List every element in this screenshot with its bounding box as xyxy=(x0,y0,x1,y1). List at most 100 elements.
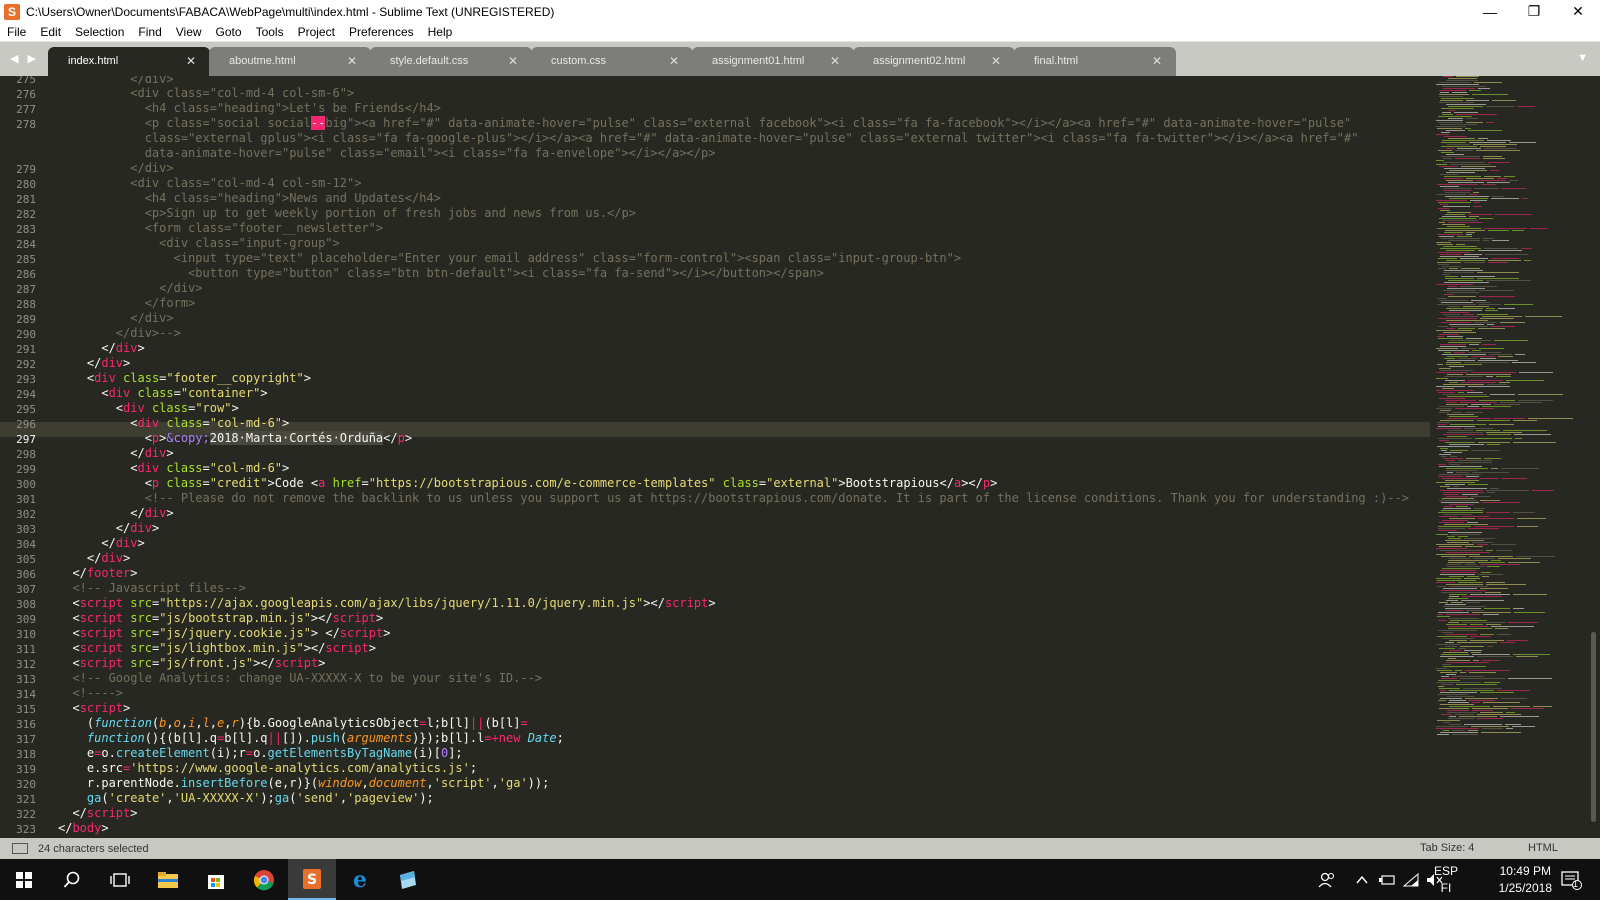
vertical-scrollbar[interactable] xyxy=(1591,632,1596,822)
code-line: </div> xyxy=(58,521,160,535)
windows-start-icon[interactable] xyxy=(0,859,48,900)
minimap-stroke xyxy=(1502,478,1527,479)
tab-final-html[interactable]: final.html ✕ xyxy=(1014,47,1176,76)
code-line: </div> xyxy=(58,281,203,295)
menu-view[interactable]: View xyxy=(169,25,209,39)
minimap-stroke xyxy=(1436,682,1481,683)
minimap-stroke xyxy=(1501,468,1539,469)
search-icon[interactable] xyxy=(48,859,96,900)
tab-nav-arrows-icon[interactable]: ◀ ▶ xyxy=(10,52,39,65)
menu-file[interactable]: File xyxy=(0,25,33,39)
close-button[interactable]: ✕ xyxy=(1556,0,1600,23)
minimap-stroke xyxy=(1446,432,1483,433)
minimap-stroke xyxy=(1440,672,1457,673)
line-number: 313 xyxy=(16,673,36,686)
minimap-stroke xyxy=(1468,386,1510,387)
code-view[interactable]: </div> <div class="col-md-4 col-sm-6"> <… xyxy=(58,76,1428,838)
notification-center-icon[interactable]: 1 xyxy=(1560,859,1582,900)
tab-style-default-css[interactable]: style.default.css ✕ xyxy=(370,47,532,76)
minimap-stroke xyxy=(1436,390,1474,391)
menu-selection[interactable]: Selection xyxy=(68,25,131,39)
menu-help[interactable]: Help xyxy=(421,25,460,39)
minimap-stroke xyxy=(1441,108,1474,109)
menu-project[interactable]: Project xyxy=(291,25,342,39)
menu-preferences[interactable]: Preferences xyxy=(342,25,421,39)
tab-aboutme-html[interactable]: aboutme.html ✕ xyxy=(209,47,371,76)
minimap-stroke xyxy=(1467,522,1478,523)
chevron-up-icon[interactable] xyxy=(1356,859,1368,900)
minimap-stroke xyxy=(1449,324,1484,325)
minimap-stroke xyxy=(1454,112,1478,113)
tab-close-icon[interactable]: ✕ xyxy=(830,54,840,68)
sublime-text-icon[interactable]: S xyxy=(288,859,336,900)
minimap[interactable] xyxy=(1432,76,1592,838)
minimap-stroke xyxy=(1442,140,1484,141)
tab-close-icon[interactable]: ✕ xyxy=(347,54,357,68)
syntax-status[interactable]: HTML xyxy=(1528,842,1558,854)
minimap-stroke xyxy=(1493,706,1530,707)
notepad-icon[interactable] xyxy=(384,859,432,900)
minimap-stroke xyxy=(1441,98,1474,99)
minimap-stroke xyxy=(1443,246,1477,247)
panel-toggle-icon[interactable] xyxy=(12,843,28,854)
minimap-stroke xyxy=(1466,122,1483,123)
minimap-stroke xyxy=(1477,314,1508,315)
maximize-button[interactable]: ❐ xyxy=(1512,0,1556,23)
minimap-stroke xyxy=(1436,668,1447,669)
minimap-stroke xyxy=(1497,178,1507,179)
menu-tools[interactable]: Tools xyxy=(249,25,291,39)
tab-index-html[interactable]: index.html ✕ xyxy=(48,47,210,76)
tab-close-icon[interactable]: ✕ xyxy=(508,54,518,68)
minimap-stroke xyxy=(1478,360,1518,361)
minimap-stroke xyxy=(1437,616,1450,617)
line-number: 294 xyxy=(16,388,36,401)
minimap-stroke xyxy=(1479,296,1515,297)
tab-close-icon[interactable]: ✕ xyxy=(186,54,196,68)
tab-list-dropdown-icon[interactable]: ▼ xyxy=(1577,52,1588,64)
minimap-stroke xyxy=(1448,532,1482,533)
battery-icon[interactable] xyxy=(1378,859,1396,900)
tab-size-status[interactable]: Tab Size: 4 xyxy=(1420,842,1474,854)
code-line: r.parentNode.insertBefore(e,r)}(window,d… xyxy=(58,776,550,790)
minimap-stroke xyxy=(1447,360,1475,361)
menu-goto[interactable]: Goto xyxy=(209,25,249,39)
wifi-icon[interactable] xyxy=(1402,859,1420,900)
minimap-stroke xyxy=(1449,444,1484,445)
tab-custom-css[interactable]: custom.css ✕ xyxy=(531,47,693,76)
minimap-stroke xyxy=(1485,310,1498,311)
minimap-stroke xyxy=(1477,714,1521,715)
minimap-stroke xyxy=(1456,684,1497,685)
minimap-stroke xyxy=(1447,144,1470,145)
minimap-stroke xyxy=(1437,670,1452,671)
menu-find[interactable]: Find xyxy=(131,25,168,39)
minimap-stroke xyxy=(1443,314,1460,315)
minimap-stroke xyxy=(1448,222,1482,223)
editor-area[interactable]: 275 276 277 278 279 280 281 282 283 284 285 286 287 2… xyxy=(0,76,1600,838)
minimize-button[interactable]: — xyxy=(1468,0,1512,23)
code-line: data-animate-hover="pulse" class="email"… xyxy=(58,146,716,160)
tab-assignment01-html[interactable]: assignment01.html ✕ xyxy=(692,47,854,76)
tab-assignment02-html[interactable]: assignment02.html ✕ xyxy=(853,47,1015,76)
people-icon[interactable] xyxy=(1318,859,1336,900)
line-number: 320 xyxy=(16,778,36,791)
chrome-icon[interactable] xyxy=(240,859,288,900)
tab-close-icon[interactable]: ✕ xyxy=(669,54,679,68)
minimap-stroke xyxy=(1444,178,1463,179)
minimap-stroke xyxy=(1451,602,1463,603)
edge-icon[interactable]: e xyxy=(336,859,384,900)
minimap-stroke xyxy=(1505,724,1521,725)
input-language[interactable]: ESP FI xyxy=(1434,863,1458,897)
task-view-icon[interactable] xyxy=(96,859,144,900)
minimap-stroke xyxy=(1448,78,1477,79)
code-line: function(){(b[l].q=b[l].q||[]).push(argu… xyxy=(86,731,564,745)
system-clock[interactable]: 10:49 PM 1/25/2018 xyxy=(1499,863,1552,897)
minimap-stroke xyxy=(1499,382,1510,383)
tab-close-icon[interactable]: ✕ xyxy=(991,54,1001,68)
file-explorer-icon[interactable] xyxy=(144,859,192,900)
minimap-stroke xyxy=(1438,528,1465,529)
minimap-stroke xyxy=(1447,566,1484,567)
menu-edit[interactable]: Edit xyxy=(33,25,68,39)
tab-close-icon[interactable]: ✕ xyxy=(1152,54,1162,68)
minimap-stroke xyxy=(1444,282,1489,283)
store-icon[interactable] xyxy=(192,859,240,900)
